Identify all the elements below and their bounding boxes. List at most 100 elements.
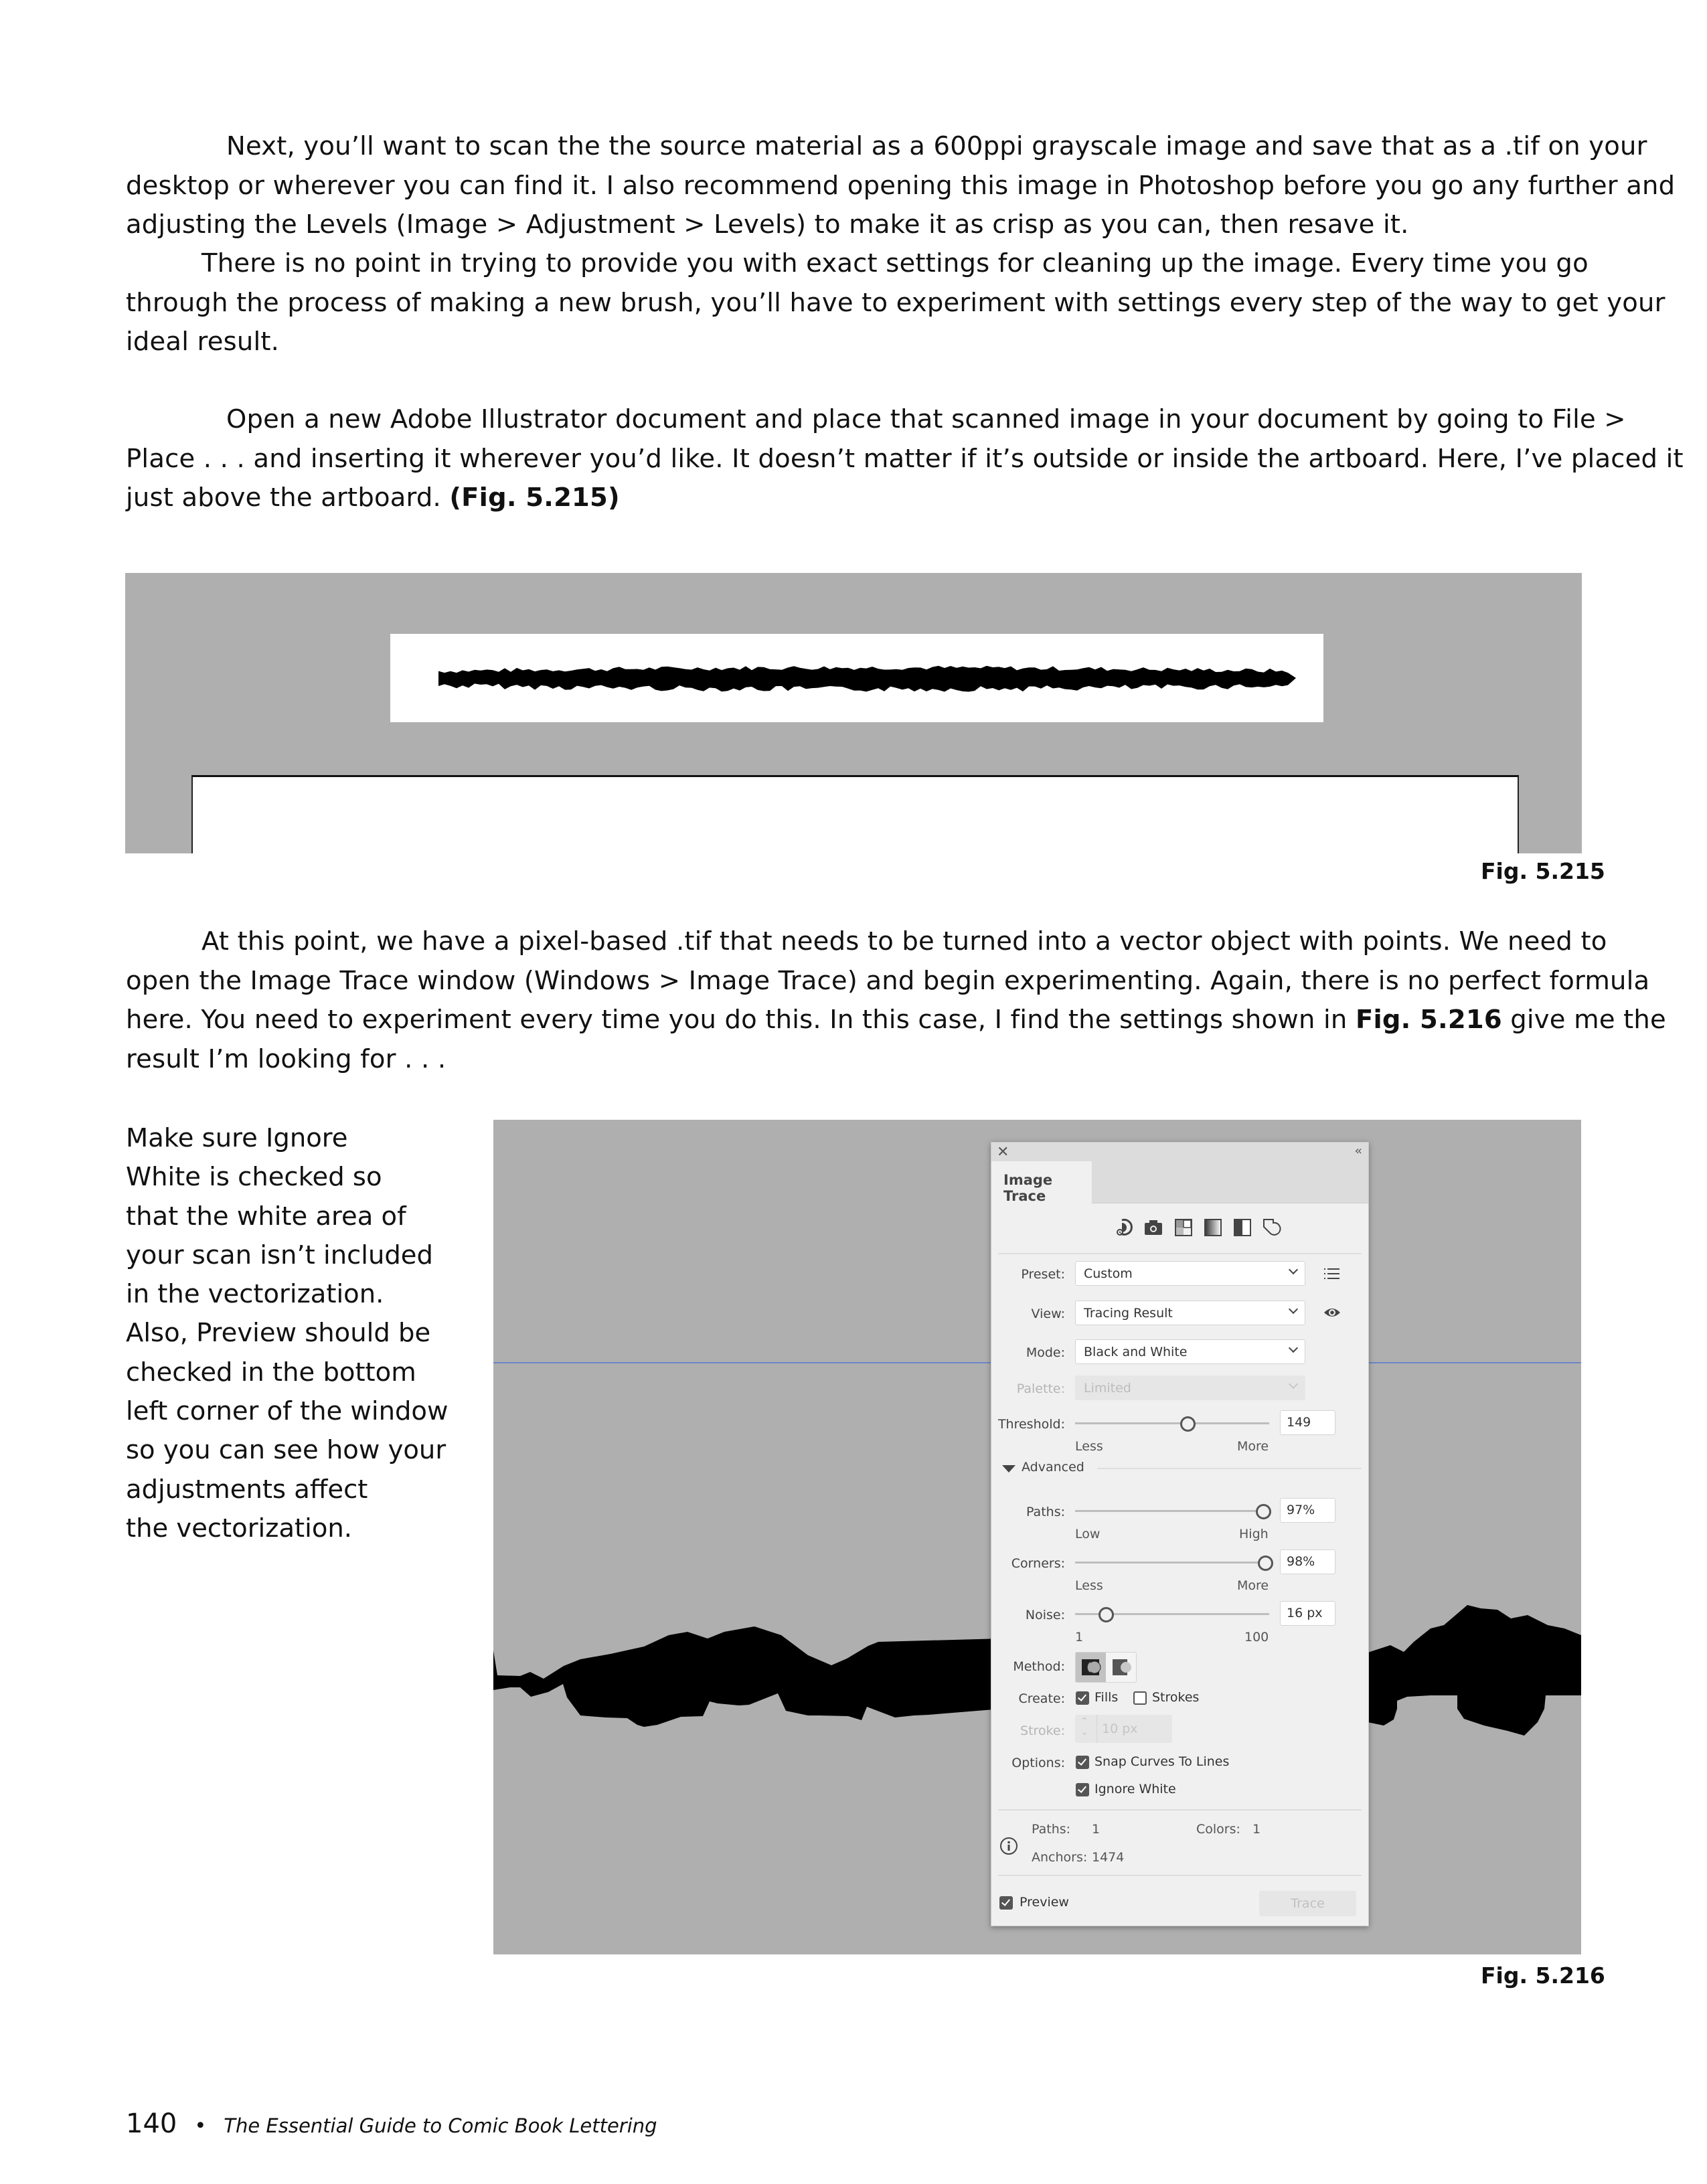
preset-icon-row (991, 1209, 1368, 1250)
slider-knob[interactable] (1258, 1556, 1274, 1571)
stepper-down-icon: ⌄ (1080, 1727, 1088, 1738)
fills-checkbox[interactable] (1076, 1691, 1089, 1705)
preset-dropdown[interactable]: Custom (1075, 1261, 1305, 1286)
trace-button[interactable]: Trace (1259, 1891, 1356, 1916)
preset-value: Custom (1084, 1266, 1133, 1281)
text-line: There is no point in trying to provide y… (201, 248, 1589, 278)
preview-checkbox[interactable] (999, 1896, 1013, 1910)
palette-dropdown: Limited (1075, 1375, 1305, 1400)
auto-color-icon[interactable] (1114, 1217, 1134, 1238)
text-line: Next, you’ll want to scan the the source… (226, 131, 1647, 161)
method-abutting-button[interactable] (1076, 1653, 1106, 1682)
colors-count-value: 1 (1252, 1822, 1261, 1837)
preset-list-icon[interactable] (1324, 1267, 1340, 1280)
black-and-white-icon[interactable] (1232, 1217, 1252, 1238)
disclosure-triangle-icon[interactable] (1002, 1465, 1015, 1473)
snap-curves-label: Snap Curves To Lines (1094, 1754, 1230, 1769)
paths-slider[interactable] (1075, 1504, 1272, 1519)
noise-value: 16 px (1287, 1606, 1323, 1620)
corners-slider[interactable] (1075, 1556, 1274, 1571)
tab-label: Image Trace (1003, 1172, 1053, 1204)
method-label: Method: (1013, 1659, 1065, 1674)
high-color-icon[interactable] (1143, 1217, 1163, 1238)
slider-knob[interactable] (1256, 1504, 1272, 1519)
low-color-icon[interactable] (1173, 1217, 1194, 1238)
close-icon[interactable]: ✕ (997, 1144, 1009, 1161)
paragraph-image-trace: At this point, we have a pixel-based .ti… (126, 922, 1666, 1079)
corners-label: Corners: (1011, 1556, 1065, 1571)
tab-image-trace[interactable]: Image Trace (991, 1161, 1092, 1204)
strokes-label: Strokes (1152, 1690, 1200, 1705)
advanced-label[interactable]: Advanced (1022, 1460, 1084, 1475)
text-line: checked in the bottom (126, 1357, 416, 1388)
view-value: Tracing Result (1084, 1306, 1173, 1321)
abutting-method-icon (1082, 1659, 1101, 1675)
paths-label: Paths: (1026, 1505, 1065, 1519)
text-line: White is checked so (126, 1162, 382, 1193)
chevron-down-icon (1288, 1343, 1299, 1353)
collapse-icon[interactable]: ‹‹ (1355, 1144, 1363, 1158)
options-label: Options: (1011, 1756, 1065, 1770)
figure-5-216-image-trace: ✕ ‹‹ Image Trace Preset: Custom View: Tr… (493, 1120, 1581, 1954)
footer-separator: • (194, 2114, 207, 2138)
eye-icon[interactable] (1323, 1307, 1341, 1319)
stroke-stepper: ⌃ ⌄ 10 px (1075, 1715, 1172, 1743)
page-number: 140 (126, 2108, 177, 2139)
figure-5-215-placed-scan (125, 573, 1582, 853)
slider-knob[interactable] (1180, 1416, 1196, 1432)
text-line: just above the artboard. (126, 483, 450, 513)
paragraph-scan-instructions: Next, you’ll want to scan the the source… (126, 127, 1675, 245)
grayscale-icon[interactable] (1203, 1217, 1223, 1238)
text-line: Place . . . and inserting it wherever yo… (126, 443, 1684, 474)
text-line: in the vectorization. (126, 1279, 384, 1310)
preview-label: Preview (1020, 1895, 1069, 1910)
strokes-checkbox[interactable] (1133, 1691, 1147, 1705)
divider (998, 1809, 1362, 1811)
threshold-value: 149 (1287, 1415, 1311, 1430)
ignore-white-checkbox[interactable] (1076, 1783, 1089, 1796)
corners-input[interactable]: 98% (1280, 1549, 1335, 1574)
trace-button-label: Trace (1291, 1896, 1325, 1911)
threshold-input[interactable]: 149 (1280, 1410, 1335, 1435)
text-line: give me the (1501, 1005, 1666, 1035)
corners-max-label: More (1237, 1578, 1269, 1593)
info-icon (1000, 1837, 1018, 1855)
view-dropdown[interactable]: Tracing Result (1075, 1300, 1305, 1325)
paths-input[interactable]: 97% (1280, 1498, 1335, 1523)
noise-input[interactable]: 16 px (1280, 1601, 1335, 1626)
slider-knob[interactable] (1099, 1607, 1115, 1622)
text-line: the vectorization. (126, 1513, 353, 1543)
method-button-group (1075, 1652, 1137, 1683)
artboard (191, 775, 1519, 853)
method-overlapping-button[interactable] (1107, 1653, 1137, 1682)
corners-value: 98% (1287, 1554, 1315, 1569)
paths-value: 97% (1287, 1503, 1315, 1517)
figure-reference: Fig. 5.216 (1355, 1005, 1502, 1035)
text-line: adjustments affect (126, 1474, 368, 1505)
figure-reference: (Fig. 5.215) (449, 483, 620, 513)
threshold-max-label: More (1237, 1439, 1269, 1454)
panel-title-bar[interactable]: ✕ ‹‹ (991, 1143, 1368, 1161)
text-line: here. You need to experiment every time … (126, 1005, 1356, 1035)
outline-icon[interactable] (1262, 1217, 1282, 1238)
figure-caption-5-215: Fig. 5.215 (1481, 858, 1605, 884)
preset-label: Preset: (1021, 1267, 1065, 1282)
threshold-slider[interactable] (1075, 1416, 1269, 1432)
noise-min-label: 1 (1075, 1630, 1084, 1645)
view-label: View: (1031, 1307, 1065, 1321)
slider-track (1075, 1510, 1269, 1512)
palette-value: Limited (1084, 1381, 1131, 1396)
text-line: so you can see how your (126, 1435, 446, 1466)
snap-curves-checkbox[interactable] (1076, 1756, 1089, 1769)
noise-slider[interactable] (1075, 1607, 1269, 1622)
mode-dropdown[interactable]: Black and White (1075, 1339, 1305, 1364)
traced-stroke-left (493, 1626, 1002, 1727)
overlapping-method-icon (1113, 1659, 1131, 1675)
divider (998, 1253, 1362, 1254)
side-note: Make sure Ignore White is checked so tha… (126, 1119, 474, 1548)
noise-max-label: 100 (1244, 1630, 1269, 1645)
paragraph-place-image: Open a new Adobe Illustrator document an… (126, 400, 1684, 518)
text-line: At this point, we have a pixel-based .ti… (201, 926, 1607, 956)
figure-caption-5-216: Fig. 5.216 (1481, 1962, 1605, 1989)
paragraph-no-exact-settings: There is no point in trying to provide y… (126, 244, 1665, 362)
